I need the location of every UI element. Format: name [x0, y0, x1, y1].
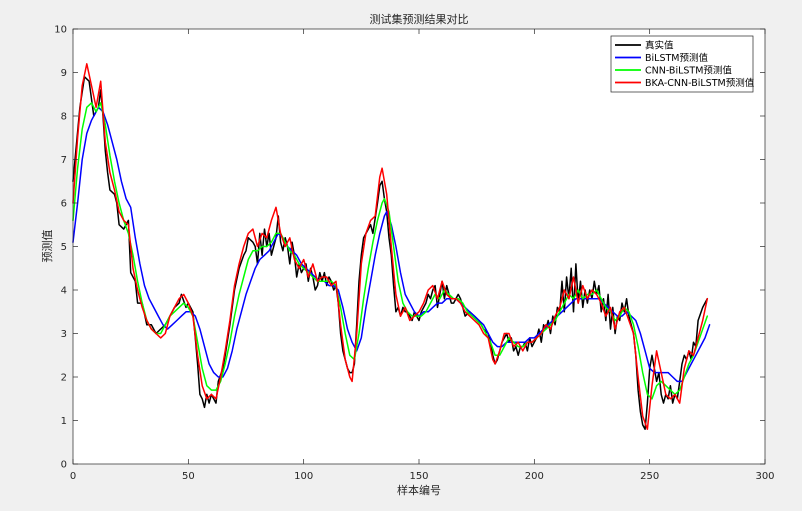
- x-tick-label: 100: [294, 471, 313, 482]
- y-tick-label: 9: [61, 68, 67, 79]
- y-axis-label: 预测值: [41, 230, 54, 263]
- y-tick-label: 7: [61, 155, 67, 166]
- y-tick-label: 1: [61, 416, 67, 427]
- legend-label: CNN-BiLSTM预测值: [645, 65, 732, 77]
- y-tick-label: 10: [54, 25, 67, 36]
- plot-area: [73, 29, 765, 464]
- x-tick-label: 0: [70, 471, 76, 482]
- legend-label: BKA-CNN-BiLSTM预测值: [645, 77, 755, 89]
- x-axis-label: 样本编号: [397, 483, 441, 497]
- chart-title: 测试集预测结果对比: [370, 12, 469, 26]
- x-tick-label: 200: [525, 471, 544, 482]
- y-tick-label: 8: [61, 112, 67, 123]
- y-tick-label: 0: [61, 460, 67, 471]
- legend-label: 真实值: [645, 40, 674, 52]
- y-tick-label: 5: [61, 242, 67, 253]
- legend-label: BiLSTM预测值: [645, 52, 708, 64]
- y-tick-label: 2: [61, 373, 67, 384]
- y-tick-label: 3: [61, 329, 67, 340]
- legend: 真实值BiLSTM预测值CNN-BiLSTM预测值BKA-CNN-BiLSTM预…: [610, 35, 755, 93]
- y-tick-label: 6: [61, 199, 67, 210]
- x-tick-label: 300: [755, 471, 774, 482]
- x-tick-label: 250: [640, 471, 659, 482]
- chart-figure: 测试集预测结果对比 样本编号 预测值 0 50 100 150 200 250 300 0 1 2…: [0, 0, 802, 511]
- y-tick-label: 4: [61, 286, 67, 297]
- x-tick-label: 50: [182, 471, 195, 482]
- x-tick-label: 150: [409, 471, 428, 482]
